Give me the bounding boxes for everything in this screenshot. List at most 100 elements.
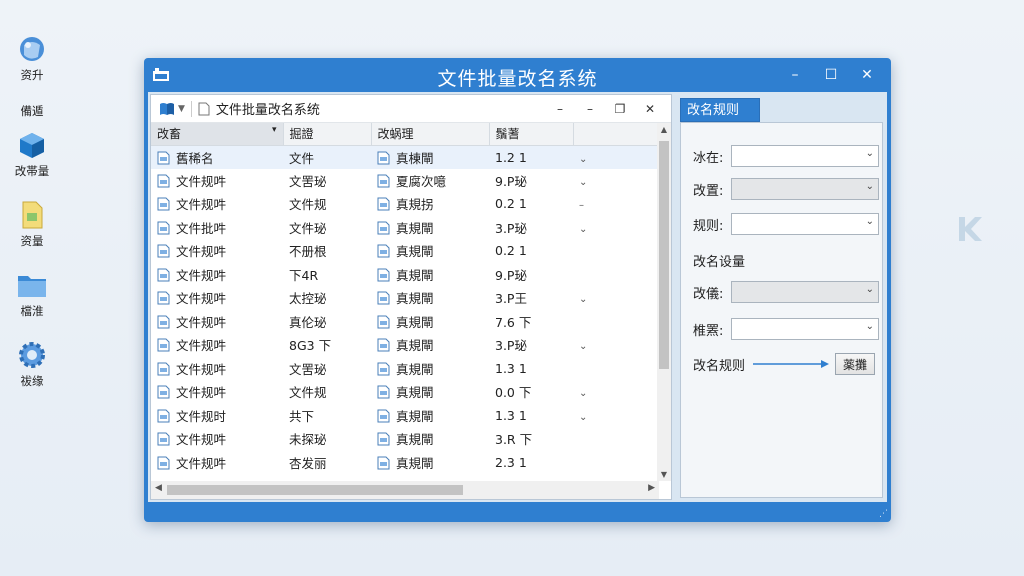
cell-chevron[interactable] [573,451,659,475]
scroll-right-icon[interactable]: ▶ [648,483,655,493]
file-name: 文件规吽 [176,361,227,377]
scroll-thumb[interactable] [167,485,463,495]
cell-name: 文件规吽 [151,427,283,451]
breadcrumb[interactable]: 文件批量改名系统 [216,99,320,118]
desktop-item-4[interactable]: 资量 [8,200,56,249]
chevron-down-icon[interactable]: ⌄ [579,224,587,235]
field-label: 改儀: [693,286,724,302]
table-row[interactable]: 文件规吽 下4R 真規閘 9.P珌 [151,263,659,287]
column-header-rule[interactable]: 改蜗理 [371,123,490,146]
table-row[interactable]: 文件批吽 文件珌 真規閘 3.P珌 ⌄ [151,216,659,240]
cell-type: 杏发丽 [289,455,327,471]
chevron-down-icon[interactable]: ⌄ [579,341,587,352]
chevron-down-icon[interactable]: ⌄ [579,412,587,423]
field-5-dropdown[interactable]: ⌄ [731,318,879,340]
desktop-item-3[interactable]: 改帯量 [8,130,56,179]
cell-chevron[interactable]: ⌄ [573,380,659,404]
rule-name: 真規閘 [396,361,434,377]
cube-icon [17,130,47,160]
table-row[interactable]: 文件规时 共下 真規閘 1.3 1 ⌄ [151,404,659,428]
table-row[interactable]: 文件规吽 杏发丽 真規閘 2.3 1 [151,451,659,475]
table-row[interactable]: 文件规吽 未探珌 真規閘 3.R 下 [151,427,659,451]
chevron-down-icon[interactable]: ⌄ [579,154,587,165]
chevron-down-icon[interactable]: – [579,200,584,211]
file-icon [377,174,390,188]
field-2-dropdown[interactable]: ⌄ [731,178,879,200]
chevron-down-icon[interactable]: ⌄ [579,177,587,188]
minimize-button[interactable]: – [777,64,813,86]
file-icon [157,432,170,446]
cell-chevron[interactable]: ⌄ [573,169,659,193]
desktop-item-6[interactable]: 祓缘 [8,340,56,389]
table-row[interactable]: 舊稀名 文件 真棟閘 1.2 1 ⌄ [151,145,659,169]
cell-rule: 真規閘 [371,427,489,451]
table-row[interactable]: 文件规吽 太控珌 真規閘 3.P王 ⌄ [151,286,659,310]
window-controls: – ☐ ✕ [777,64,885,86]
cell-chevron[interactable] [573,310,659,334]
table-row[interactable]: 文件规吽 真伦珌 真規閘 7.6 下 [151,310,659,334]
column-header-size[interactable]: 鬚蓍 [489,123,574,146]
rules-box: 冰在: ⌄ 改置: ⌄ 规则: ⌄ 改名设量 改儀: ⌄ 椎罴: ⌄ 改名规则 … [680,122,883,498]
title-bar[interactable]: 文件批量改名系统 – ☐ ✕ [144,58,891,92]
cell-size: 3.P王 [495,291,527,307]
desktop-item-label: 檔淮 [20,304,44,318]
desktop-item-1[interactable]: 资升 [8,34,56,83]
table-row[interactable]: 文件规吽 不册根 真規閘 0.2 1 [151,239,659,263]
cell-chevron[interactable] [573,263,659,287]
table-row[interactable]: 文件规吽 文罟珌 真規閘 1.3 1 [151,357,659,381]
chevron-down-icon[interactable]: ⌄ [579,294,587,305]
desktop-item-5[interactable]: 檔淮 [8,270,56,319]
explorer-restore-button[interactable]: ❐ [605,99,635,119]
scroll-thumb[interactable] [659,141,669,369]
file-icon [377,385,390,399]
chevron-down-icon: ⌄ [865,148,874,159]
cell-chevron[interactable] [573,239,659,263]
file-name: 文件规吽 [176,385,227,401]
cell-chevron[interactable]: ⌄ [573,286,659,310]
cell-chevron[interactable]: ⌄ [573,145,659,169]
resize-grip-icon[interactable]: ⋰ [879,509,888,519]
cell-size: 1.3 1 [495,407,527,423]
book-icon[interactable] [159,102,175,116]
table-row[interactable]: 文件规吽 文件规 真規拐 0.2 1 – [151,192,659,216]
cell-chevron[interactable]: – [573,192,659,216]
chevron-down-icon[interactable]: ▼ [178,104,185,114]
scroll-down-icon[interactable]: ▼ [657,470,671,479]
cell-chevron[interactable]: ⌄ [573,333,659,357]
scroll-up-icon[interactable]: ▲ [657,125,671,134]
explorer-close-button[interactable]: ✕ [635,99,665,119]
field-label: 规则: [693,218,724,234]
file-name: 文件规吽 [176,267,227,283]
scroll-left-icon[interactable]: ◀ [155,483,162,493]
explorer-minimize2-button[interactable]: – [575,99,605,119]
table-row[interactable]: 文件规吽 文罟珌 夏腐次噫 9.P珌 ⌄ [151,169,659,193]
cell-chevron[interactable]: ⌄ [573,216,659,240]
column-header-extra[interactable] [573,123,660,146]
apply-button[interactable]: 薬攤 [835,353,875,375]
vertical-scrollbar[interactable]: ▲ ▼ [657,123,671,481]
close-button[interactable]: ✕ [849,64,885,86]
cell-chevron[interactable]: ⌄ [573,404,659,428]
column-header-name[interactable]: 改畜 ▾ [151,123,284,146]
file-icon [157,244,170,258]
table-row[interactable]: 文件规吽 文件规 真規閘 0.0 下 ⌄ [151,380,659,404]
cell-size: 9.P珌 [495,173,527,189]
chevron-down-icon[interactable]: ⌄ [579,388,587,399]
table-row[interactable]: 文件规吽 8G3 下 真規閘 3.P珌 ⌄ [151,333,659,357]
cell-name: 文件规吽 [151,357,283,381]
maximize-button[interactable]: ☐ [813,64,849,86]
cell-type: 不册根 [289,244,327,260]
cell-size: 1.2 1 [489,145,573,169]
section-title: 改名设量 [693,255,746,270]
field-1-dropdown[interactable]: ⌄ [731,145,879,167]
cell-chevron[interactable] [573,427,659,451]
desktop-item-2[interactable]: 備遁 [8,100,56,119]
explorer-minimize-button[interactable]: – [545,99,575,119]
file-icon [377,221,390,235]
field-3-dropdown[interactable]: ⌄ [731,213,879,235]
tab-rename-rules[interactable]: 改名规则 [680,98,760,122]
field-4-dropdown[interactable]: ⌄ [731,281,879,303]
horizontal-scrollbar[interactable]: ◀ ▶ [151,481,659,499]
column-header-type[interactable]: 掘證 [283,123,372,146]
cell-chevron[interactable] [573,357,659,381]
